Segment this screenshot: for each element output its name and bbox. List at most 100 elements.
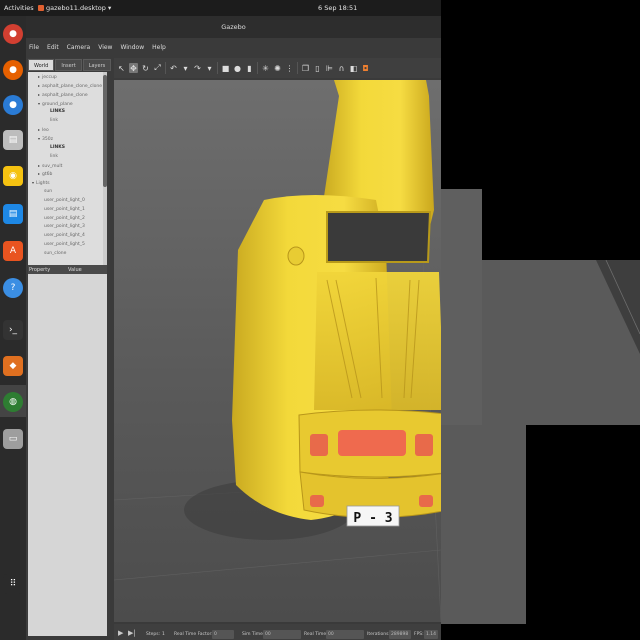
- collapsed-arrow-icon[interactable]: ▸: [38, 163, 40, 168]
- writer-icon[interactable]: ▤: [3, 204, 23, 224]
- expanded-arrow-icon[interactable]: ▾: [32, 180, 34, 185]
- tree-item-label: LINKS: [50, 109, 66, 115]
- tree-item-label: user_point_light_2: [44, 215, 85, 221]
- tree-item[interactable]: sun_clone: [44, 251, 66, 256]
- tab-insert[interactable]: Insert: [55, 59, 82, 71]
- paste-icon[interactable]: ▯: [313, 63, 322, 73]
- expanded-arrow-icon[interactable]: ▾: [38, 136, 40, 141]
- grille: [338, 430, 406, 456]
- tree-item[interactable]: user_point_light_4: [44, 233, 85, 238]
- tree-item[interactable]: LINKS: [50, 145, 65, 150]
- tab-layers[interactable]: Layers: [82, 59, 112, 71]
- help-icon[interactable]: ?: [3, 278, 23, 298]
- tree-item[interactable]: user_point_light_5: [44, 242, 85, 247]
- collapsed-arrow-icon[interactable]: ▸: [38, 92, 40, 97]
- license-plate-text: P - 3: [353, 511, 392, 526]
- firefox-icon[interactable]: ●: [3, 60, 23, 80]
- gazebo-icon[interactable]: ◆: [3, 356, 23, 376]
- tree-item[interactable]: sun: [44, 189, 52, 194]
- tab-world[interactable]: World: [28, 59, 55, 71]
- collapsed-arrow-icon[interactable]: ▸: [38, 171, 40, 176]
- files-icon[interactable]: ▤: [3, 130, 23, 150]
- world-tree[interactable]: ▸ jeccup ▸ asphalt_plane_clone_clone ▸ asphal…: [28, 72, 107, 265]
- tree-item[interactable]: ▸ gt6b: [38, 171, 52, 177]
- software-icon[interactable]: A: [3, 241, 23, 261]
- undo-menu-icon[interactable]: ▾: [181, 63, 190, 73]
- translate-icon[interactable]: ✥: [129, 63, 138, 73]
- cylinder-icon[interactable]: ▮: [245, 63, 254, 73]
- tree-item-label: ground_plane: [42, 101, 73, 107]
- tree-item[interactable]: link: [50, 154, 58, 159]
- menu-view[interactable]: View: [97, 43, 113, 52]
- snap-icon[interactable]: ∩: [337, 63, 346, 73]
- collapsed-arrow-icon[interactable]: ▸: [38, 83, 40, 88]
- box-icon[interactable]: ■: [221, 63, 230, 73]
- chrome-icon[interactable]: ●: [3, 24, 23, 44]
- tree-item[interactable]: ▾ Lights: [32, 180, 50, 186]
- collapsed-arrow-icon[interactable]: ▸: [38, 74, 40, 79]
- redo-icon[interactable]: ↷: [193, 63, 202, 73]
- step-icon[interactable]: ▶|: [128, 629, 136, 637]
- tree-item[interactable]: ▸ jeccup: [38, 74, 57, 80]
- tree-item[interactable]: user_point_light_2: [44, 216, 85, 221]
- tree-item-label: jeccup: [42, 75, 57, 80]
- redo-menu-icon[interactable]: ▾: [205, 63, 214, 73]
- tree-item[interactable]: ▸ suv_mult: [38, 163, 62, 169]
- thunderbird-icon[interactable]: ●: [3, 95, 23, 115]
- tree-item[interactable]: LINKS: [50, 109, 65, 114]
- tree-item[interactable]: ▸ asphalt_plane_clone_clone: [38, 83, 102, 89]
- steps-value[interactable]: 1: [162, 632, 165, 637]
- secondary-viewport-fragment: [441, 184, 640, 640]
- select-icon[interactable]: ↖: [117, 63, 126, 73]
- copy-icon[interactable]: ❐: [301, 63, 310, 73]
- property-column-header: Property: [29, 266, 51, 273]
- scale-icon[interactable]: ⤢: [153, 63, 162, 73]
- menu-help[interactable]: Help: [151, 43, 167, 52]
- menu-window[interactable]: Window: [119, 43, 145, 52]
- clock[interactable]: 6 Sep 18:51: [318, 4, 357, 12]
- app-menu[interactable]: gazebo11.desktop ▾: [38, 4, 111, 12]
- globe-icon[interactable]: ◍: [3, 392, 23, 412]
- screenshot-icon[interactable]: ◘: [361, 63, 370, 73]
- real-time-factor-label: Real Time Factor:: [174, 632, 213, 637]
- activities-button[interactable]: Activities: [4, 4, 34, 12]
- show-apps-icon[interactable]: ⠿: [3, 574, 23, 594]
- iterations-label: Iterations:: [367, 632, 390, 637]
- property-header: Property Value: [28, 265, 107, 274]
- directional-light-icon[interactable]: ⋮: [285, 63, 294, 73]
- menu-file[interactable]: File: [28, 43, 40, 52]
- real-time-label: Real Time:: [304, 632, 328, 637]
- menu-edit[interactable]: Edit: [46, 43, 60, 52]
- rhythmbox-icon[interactable]: ◉: [3, 166, 23, 186]
- right-fog-light: [419, 495, 433, 507]
- change-view-icon[interactable]: ◧: [349, 63, 358, 73]
- undo-icon[interactable]: ↶: [169, 63, 178, 73]
- tree-item-label: 350z: [42, 136, 53, 142]
- status-bar: ▶ ▶| Steps: 1 Real Time Factor: 0 Sim Ti…: [114, 624, 441, 640]
- tree-item-label: sun: [44, 189, 53, 195]
- tree-item[interactable]: user_point_light_1: [44, 207, 85, 212]
- tree-item-label: suv_mult: [42, 163, 63, 169]
- tree-item[interactable]: ▸ leo: [38, 127, 49, 133]
- collapsed-arrow-icon[interactable]: ▸: [38, 127, 40, 132]
- terminal-icon[interactable]: ›_: [3, 320, 23, 340]
- scene-render: P - 3: [114, 80, 441, 622]
- tree-item[interactable]: user_point_light_3: [44, 224, 85, 229]
- spot-light-icon[interactable]: ✺: [273, 63, 282, 73]
- point-light-icon[interactable]: ✳: [261, 63, 270, 73]
- tree-item[interactable]: link: [50, 118, 58, 123]
- disk-icon[interactable]: ▭: [3, 429, 23, 449]
- tree-item[interactable]: user_point_light_0: [44, 198, 85, 203]
- tree-item[interactable]: ▾ ground_plane: [38, 101, 73, 107]
- tree-item[interactable]: ▸ asphalt_plane_clone: [38, 92, 88, 98]
- scene-viewport[interactable]: P - 3: [114, 80, 441, 622]
- rotate-icon[interactable]: ↻: [141, 63, 150, 73]
- expanded-arrow-icon[interactable]: ▾: [38, 101, 40, 106]
- play-icon[interactable]: ▶: [118, 629, 123, 637]
- tree-item[interactable]: ▾ 350z: [38, 136, 53, 142]
- sphere-icon[interactable]: ●: [233, 63, 242, 73]
- menu-camera[interactable]: Camera: [66, 43, 92, 52]
- tree-scrollbar-thumb[interactable]: [103, 75, 107, 187]
- tree-item-label: sun_clone: [44, 251, 67, 256]
- align-icon[interactable]: ⊫: [325, 63, 334, 73]
